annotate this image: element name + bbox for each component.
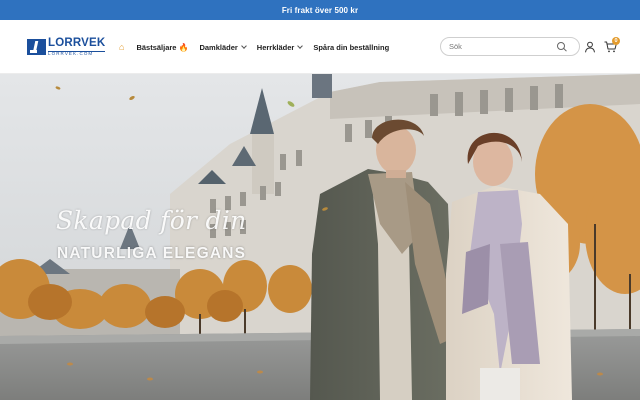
nav-item-mens[interactable]: Herrkläder [256,42,304,52]
nav-label: Bästsäljare [136,42,177,52]
brand-domain: LORRVEK.COM [48,50,106,57]
search-box[interactable] [440,37,580,56]
main-nav: ⌂ Bästsäljare 🔥 Damkläder Herrkläder Spå… [119,39,400,55]
hero-script-text: Skapad för din [56,206,247,235]
site-header: LORRVEK LORRVEK.COM ⌂ Bästsäljare 🔥 Damk… [0,20,640,74]
brand-logo[interactable]: LORRVEK LORRVEK.COM [27,37,106,57]
home-icon[interactable]: ⌂ [119,42,124,52]
hero-title: NATURLIGA ELEGANS [57,245,247,262]
nav-item-bestsellers[interactable]: Bästsäljare 🔥 [136,43,188,52]
nav-item-track-order[interactable]: Spåra din beställning [313,43,389,52]
hero-banner[interactable]: Skapad för din NATURLIGA ELEGANS [0,74,640,400]
search-icon[interactable] [557,41,567,52]
nav-label: Spåra din beställning [313,42,390,52]
chevron-down-icon [297,43,304,49]
brand-name: LORRVEK [48,37,106,49]
search-input[interactable] [449,42,557,51]
nav-label: Herrkläder [256,42,295,52]
logo-mark-icon [27,39,46,56]
logo-wordmark: LORRVEK LORRVEK.COM [48,37,106,57]
chevron-down-icon [240,43,247,49]
announcement-bar: Fri frakt över 500 kr [0,0,640,20]
cart-count-badge: 0 [612,37,620,45]
hero-image [0,74,640,400]
fire-icon: 🔥 [178,42,189,52]
nav-label: Damkläder [199,42,238,52]
user-icon[interactable] [584,41,596,53]
nav-item-womens[interactable]: Damkläder [199,42,247,52]
announcement-text: Fri frakt över 500 kr [281,5,359,15]
